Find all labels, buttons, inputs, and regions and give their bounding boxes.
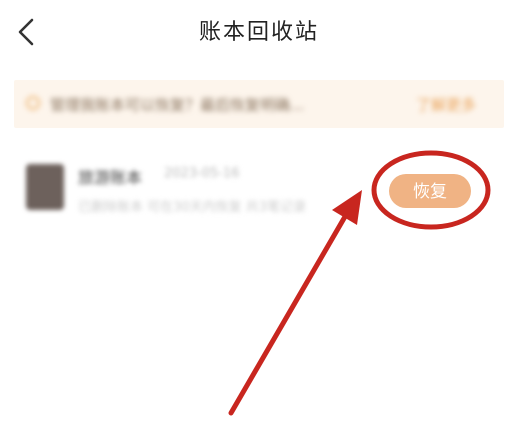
ledger-description: 已删除账本 可在30天内恢复 共3笔记录 [78, 200, 307, 215]
ledger-date: 2023-05-16 [164, 166, 240, 181]
ledger-cover-thumbnail [26, 164, 64, 210]
notice-link[interactable]: 了解更多 [416, 94, 476, 115]
notice-banner: 管理我账本可以恢复？最后恢复明确... 了解更多 [14, 80, 504, 128]
notice-text: 管理我账本可以恢复？最后恢复明确... [50, 96, 305, 114]
recycle-bin-screen: 账本回收站 管理我账本可以恢复？最后恢复明确... 了解更多 旅游账本 2023… [0, 0, 518, 447]
header-bar: 账本回收站 [0, 0, 518, 68]
ledger-name: 旅游账本 [78, 168, 143, 187]
info-circle-icon [26, 96, 40, 110]
restore-button[interactable]: 恢复 [389, 174, 471, 208]
notice-banner-content: 管理我账本可以恢复？最后恢复明确... 了解更多 [14, 80, 504, 128]
pointer-arrow-shaft [228, 205, 353, 416]
page-title: 账本回收站 [198, 20, 319, 45]
